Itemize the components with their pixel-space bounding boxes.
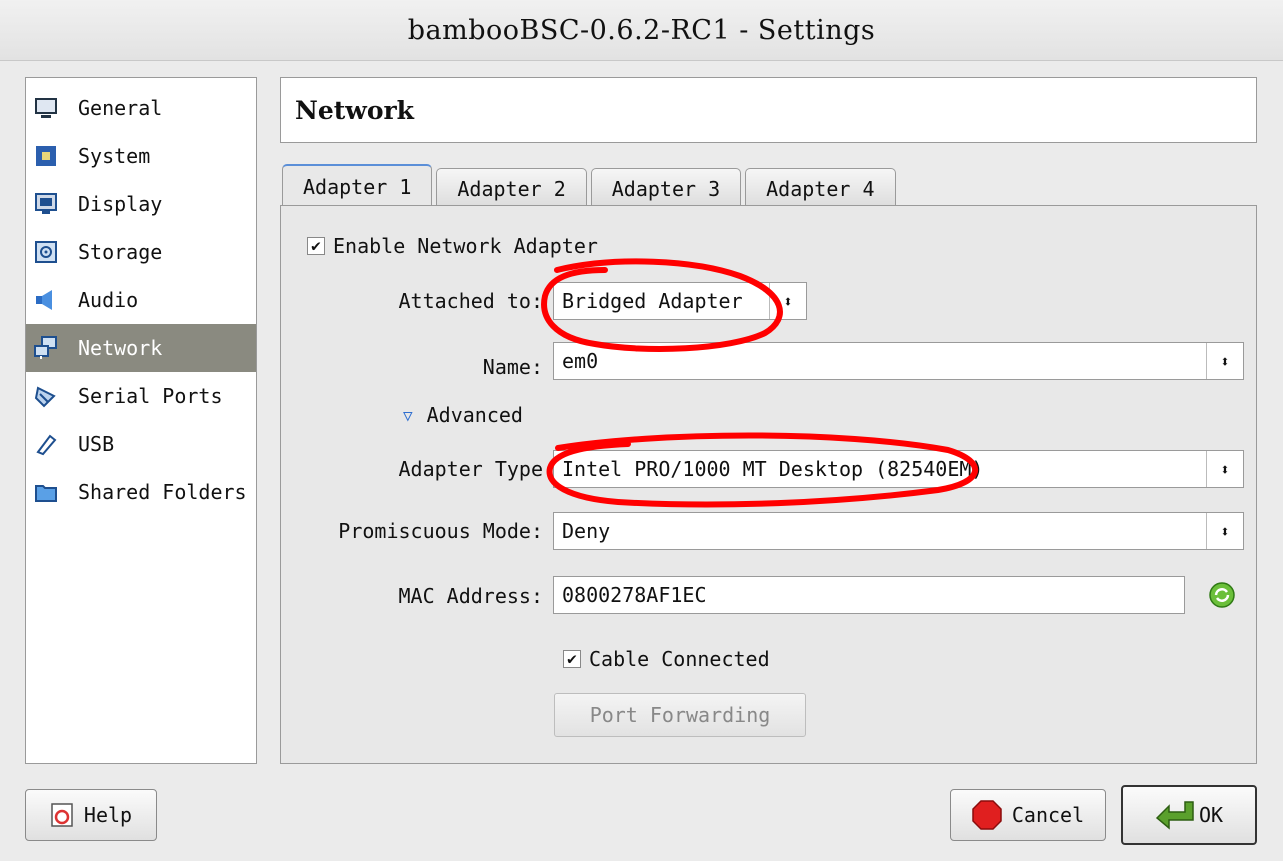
sidebar-item-label: USB: [78, 432, 115, 456]
updown-arrow-icon: ⬍: [1206, 513, 1243, 549]
cable-connected-label: Cable Connected: [589, 647, 770, 671]
ok-label: OK: [1198, 803, 1224, 827]
sidebar-item-network[interactable]: Network: [26, 324, 256, 372]
mac-address-field[interactable]: 0800278AF1EC: [553, 576, 1185, 614]
sidebar-item-label: General: [78, 96, 163, 120]
enable-adapter-checkbox[interactable]: ✔: [307, 237, 325, 255]
sidebar-item-label: Shared Folders: [78, 480, 247, 504]
name-value: em0: [562, 349, 599, 373]
serial-icon: [34, 384, 58, 408]
monitor-icon: [34, 96, 58, 120]
tab-adapter-4[interactable]: Adapter 4: [745, 168, 896, 208]
window-title: bambooBSC-0.6.2-RC1 - Settings: [0, 0, 1283, 61]
mac-address-label: MAC Address:: [398, 584, 544, 608]
sidebar-item-general[interactable]: General: [26, 84, 256, 132]
help-label: Help: [83, 803, 133, 827]
display-icon: [34, 192, 58, 216]
name-label: Name:: [482, 355, 543, 379]
help-button[interactable]: Help: [25, 789, 157, 841]
sidebar-item-label: Serial Ports: [78, 384, 223, 408]
sidebar-item-label: System: [78, 144, 151, 168]
updown-arrow-icon: ⬍: [1206, 343, 1243, 379]
attached-to-value: Bridged Adapter: [562, 289, 743, 313]
help-icon: [50, 803, 74, 827]
adapter-type-label: Adapter Type: [398, 457, 544, 481]
sidebar-item-shared-folders[interactable]: Shared Folders: [26, 468, 256, 516]
adapter-type-select[interactable]: Intel PRO/1000 MT Desktop (82540EM) ⬍: [553, 450, 1244, 488]
stop-icon: [972, 800, 1002, 830]
tab-adapter-2[interactable]: Adapter 2: [436, 168, 587, 208]
settings-sidebar: General System Display Storage Audio Net…: [25, 77, 257, 764]
sidebar-item-audio[interactable]: Audio: [26, 276, 256, 324]
refresh-mac-icon[interactable]: [1209, 582, 1235, 608]
sidebar-item-serial-ports[interactable]: Serial Ports: [26, 372, 256, 420]
promiscuous-mode-label: Promiscuous Mode:: [338, 519, 543, 543]
advanced-toggle[interactable]: ▽ Advanced: [403, 403, 523, 427]
cable-connected-checkbox[interactable]: ✔: [563, 650, 581, 668]
adapter-tabs: Adapter 1 Adapter 2 Adapter 3 Adapter 4: [282, 164, 900, 208]
promiscuous-mode-select[interactable]: Deny ⬍: [553, 512, 1244, 550]
sidebar-item-usb[interactable]: USB: [26, 420, 256, 468]
port-forwarding-button[interactable]: Port Forwarding: [554, 693, 806, 737]
updown-arrow-icon: ⬍: [769, 283, 806, 319]
tab-adapter-1[interactable]: Adapter 1: [282, 164, 433, 208]
disk-icon: [34, 240, 58, 264]
usb-icon: [34, 432, 58, 456]
sidebar-item-label: Network: [78, 336, 163, 360]
triangle-down-icon: ▽: [403, 405, 413, 425]
network-icon: [34, 336, 58, 360]
cancel-label: Cancel: [1011, 803, 1085, 827]
sidebar-item-system[interactable]: System: [26, 132, 256, 180]
sidebar-item-label: Display: [78, 192, 163, 216]
page-title: Network: [280, 77, 1257, 143]
adapter-type-value: Intel PRO/1000 MT Desktop (82540EM): [562, 457, 984, 481]
sidebar-item-display[interactable]: Display: [26, 180, 256, 228]
advanced-label: Advanced: [426, 403, 523, 427]
chip-icon: [34, 144, 58, 168]
sidebar-item-storage[interactable]: Storage: [26, 228, 256, 276]
sidebar-item-label: Storage: [78, 240, 163, 264]
cancel-button[interactable]: Cancel: [950, 789, 1106, 841]
name-select[interactable]: em0 ⬍: [553, 342, 1244, 380]
enable-adapter-label: Enable Network Adapter: [333, 234, 598, 258]
speaker-icon: [34, 288, 58, 312]
ok-arrow-icon: [1155, 800, 1195, 830]
adapter-panel: ✔ Enable Network Adapter Attached to: Br…: [280, 205, 1257, 764]
attached-to-label: Attached to:: [398, 289, 544, 313]
sidebar-item-label: Audio: [78, 288, 139, 312]
folder-icon: [34, 480, 58, 504]
attached-to-select[interactable]: Bridged Adapter ⬍: [553, 282, 807, 320]
promiscuous-mode-value: Deny: [562, 519, 611, 543]
updown-arrow-icon: ⬍: [1206, 451, 1243, 487]
tab-adapter-3[interactable]: Adapter 3: [590, 168, 742, 208]
ok-button[interactable]: OK: [1121, 785, 1257, 845]
